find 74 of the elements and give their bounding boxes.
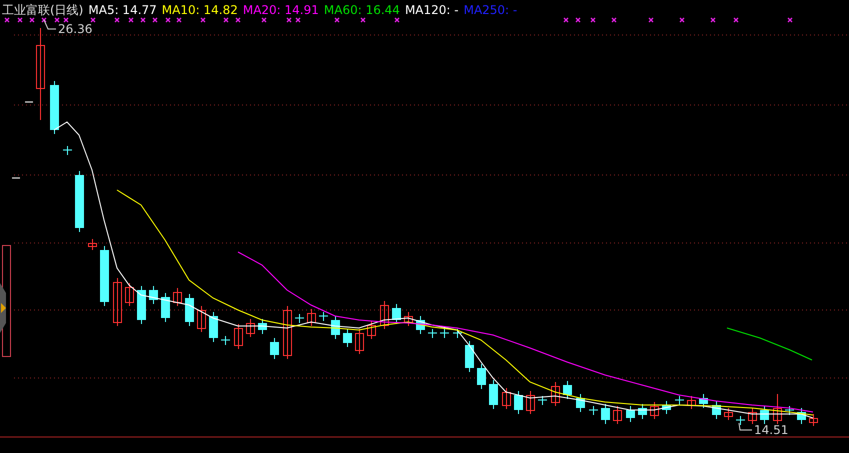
candlestick xyxy=(258,318,267,334)
candlestick xyxy=(197,306,206,332)
candlestick xyxy=(380,300,389,330)
candlestick xyxy=(270,338,279,360)
candlestick xyxy=(809,414,818,426)
candlestick xyxy=(318,312,328,322)
indicator-label: MA60: 16.44 xyxy=(324,3,400,17)
candlestick xyxy=(576,394,585,412)
indicator-label: MA250: - xyxy=(464,3,518,17)
leader-line xyxy=(738,422,752,430)
candlestick xyxy=(294,314,304,324)
candlestick xyxy=(489,380,498,410)
candlestick xyxy=(613,406,622,424)
candlestick xyxy=(724,408,733,420)
candlestick xyxy=(736,416,746,426)
indicator-label: MA5: 14.77 xyxy=(88,3,157,17)
low-price-label: 14.51 xyxy=(754,423,788,437)
candlestick xyxy=(75,170,84,232)
candlestick xyxy=(283,306,292,360)
candlestick xyxy=(173,288,182,306)
candlestick xyxy=(137,286,146,324)
candlestick xyxy=(563,380,572,400)
chart-title: 工业富联(日线) xyxy=(2,3,84,17)
candlestick xyxy=(662,400,671,414)
candlestick xyxy=(149,286,158,304)
candlestick xyxy=(588,406,598,416)
candlestick xyxy=(650,402,659,420)
candlestick xyxy=(404,312,413,326)
candlestick xyxy=(343,328,352,348)
candlestick xyxy=(355,328,364,354)
candlestick xyxy=(526,390,535,414)
candlestick xyxy=(416,316,425,334)
candlestick xyxy=(551,382,560,406)
candlestick xyxy=(392,304,401,324)
leader-line xyxy=(44,20,56,30)
candlestick xyxy=(88,238,97,250)
candlestick xyxy=(100,246,109,306)
candlestick xyxy=(307,308,316,326)
candlestick xyxy=(477,364,486,390)
candlestick xyxy=(331,316,340,340)
candlestick xyxy=(502,388,511,410)
candlestick xyxy=(440,328,450,338)
candlestick xyxy=(712,400,721,420)
candlestick xyxy=(538,396,548,406)
candlestick xyxy=(220,336,230,346)
candlestick xyxy=(209,312,218,342)
candlestick xyxy=(465,340,474,372)
candlestick xyxy=(50,80,59,134)
candlestick xyxy=(452,328,462,338)
indicator-label: MA10: 14.82 xyxy=(162,3,238,17)
candlestick xyxy=(125,282,134,306)
candlestick xyxy=(674,396,684,406)
candlestick xyxy=(638,404,647,420)
candlestick xyxy=(687,396,696,410)
candlestick xyxy=(760,406,769,424)
candlestick xyxy=(428,328,438,338)
candlestick xyxy=(626,406,635,422)
candlestick xyxy=(797,408,806,424)
candlestick xyxy=(161,292,170,322)
candlestick xyxy=(113,278,122,326)
candlestick xyxy=(784,406,794,416)
candlestick xyxy=(367,320,376,340)
candlestick xyxy=(699,394,708,408)
high-price-label: 26.36 xyxy=(58,22,92,36)
candlestick xyxy=(514,390,523,414)
candlestick xyxy=(601,404,610,424)
candlestick xyxy=(246,318,255,338)
candlestick xyxy=(185,294,194,326)
candlestick xyxy=(748,408,757,424)
candlestick xyxy=(62,146,72,156)
candlestick xyxy=(773,394,782,424)
candlestick xyxy=(234,324,243,350)
indicator-label: MA20: 14.91 xyxy=(242,3,319,17)
indicator-label: MA120: - xyxy=(404,3,459,17)
